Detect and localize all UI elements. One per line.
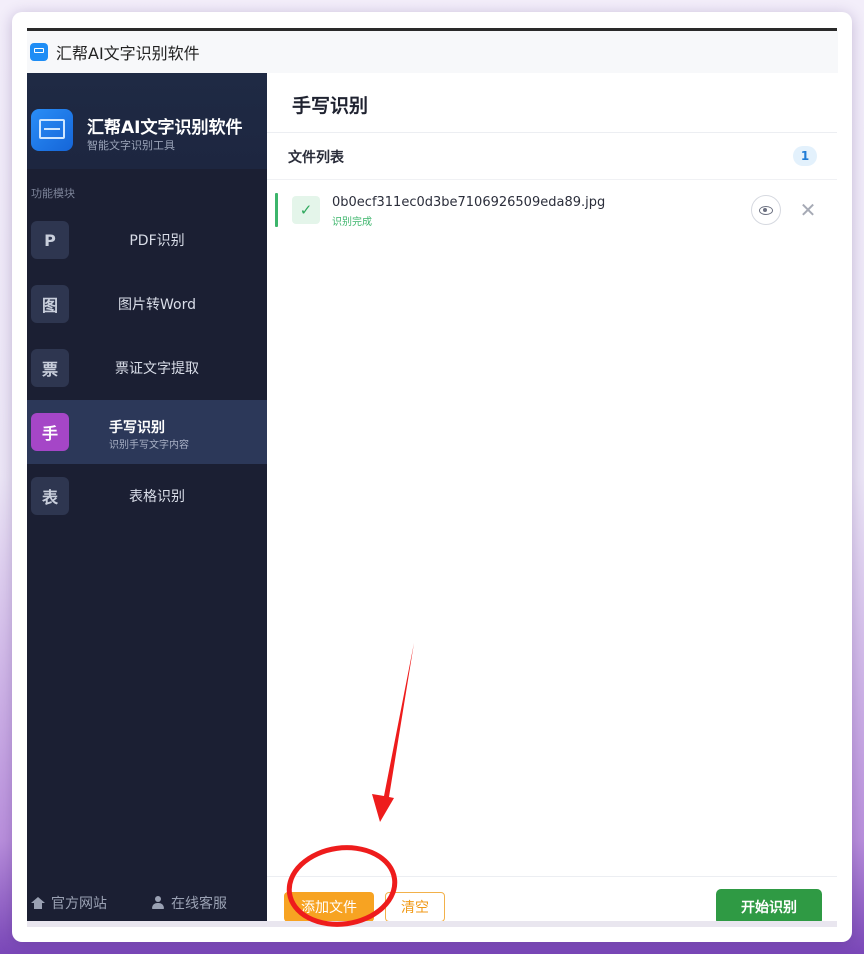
- brand-subtitle: 智能文字识别工具: [87, 139, 175, 152]
- app-icon: [30, 43, 48, 61]
- brand-logo-icon: [31, 109, 73, 151]
- page-title: 手写识别: [292, 95, 369, 117]
- nav-badge: 票: [31, 349, 69, 387]
- file-status: 识别完成: [332, 217, 372, 228]
- file-row[interactable]: ✓ 0b0ecf311ec0d3be7106926509eda89.jpg 识别…: [275, 193, 827, 228]
- person-icon: [151, 896, 165, 910]
- sidebar-item-handwriting[interactable]: 手 手写识别 识别手写文字内容: [27, 400, 267, 464]
- clear-button[interactable]: 清空: [385, 892, 445, 922]
- sidebar-footer: 官方网站 在线客服: [27, 885, 267, 921]
- title-bar: 汇帮AI文字识别软件: [27, 31, 838, 73]
- nav-label: 手写识别: [109, 420, 165, 436]
- sidebar-item-ticket[interactable]: 票 票证文字提取: [27, 336, 267, 400]
- eye-icon: [759, 205, 773, 215]
- divider: [267, 876, 837, 877]
- sidebar: 汇帮AI文字识别软件 智能文字识别工具 功能模块 P PDF识别 图 图片转Wo…: [27, 73, 267, 921]
- nav-label: 图片转Word: [118, 297, 196, 313]
- window-title: 汇帮AI文字识别软件: [56, 44, 200, 63]
- support-link[interactable]: 在线客服: [151, 893, 227, 913]
- divider: [267, 179, 837, 180]
- row-accent: [275, 193, 278, 227]
- nav-badge: P: [31, 221, 69, 259]
- divider: [267, 132, 837, 133]
- support-label: 在线客服: [171, 896, 227, 912]
- sidebar-item-table[interactable]: 表 表格识别: [27, 464, 267, 528]
- close-icon[interactable]: ✕: [795, 197, 821, 223]
- main-panel: 手写识别 文件列表 1 ✓ 0b0ecf311ec0d3be7106926509…: [267, 73, 837, 925]
- website-label: 官方网站: [51, 896, 107, 912]
- brand-header: 汇帮AI文字识别软件 智能文字识别工具: [27, 73, 267, 169]
- nav-badge: 表: [31, 477, 69, 515]
- brand-name: 汇帮AI文字识别软件: [87, 118, 243, 138]
- check-icon: ✓: [292, 196, 320, 224]
- nav-label: PDF识别: [129, 233, 185, 249]
- add-file-button[interactable]: 添加文件: [284, 892, 374, 922]
- start-recognition-button[interactable]: 开始识别: [716, 889, 822, 925]
- sidebar-item-image-to-word[interactable]: 图 图片转Word: [27, 272, 267, 336]
- sidebar-item-pdf[interactable]: P PDF识别: [27, 208, 267, 272]
- website-link[interactable]: 官方网站: [31, 893, 107, 913]
- preview-button[interactable]: [751, 195, 781, 225]
- nav-label: 表格识别: [129, 489, 185, 505]
- section-label: 功能模块: [31, 187, 75, 200]
- nav-badge: 图: [31, 285, 69, 323]
- nav-label: 票证文字提取: [115, 361, 199, 377]
- file-count-badge: 1: [793, 146, 817, 166]
- file-list-label: 文件列表: [288, 150, 344, 166]
- file-name: 0b0ecf311ec0d3be7106926509eda89.jpg: [332, 195, 606, 210]
- nav-badge: 手: [31, 413, 69, 451]
- nav-sublabel: 识别手写文字内容: [109, 440, 189, 451]
- window-bottom-strip: [27, 921, 837, 927]
- home-icon: [31, 897, 45, 909]
